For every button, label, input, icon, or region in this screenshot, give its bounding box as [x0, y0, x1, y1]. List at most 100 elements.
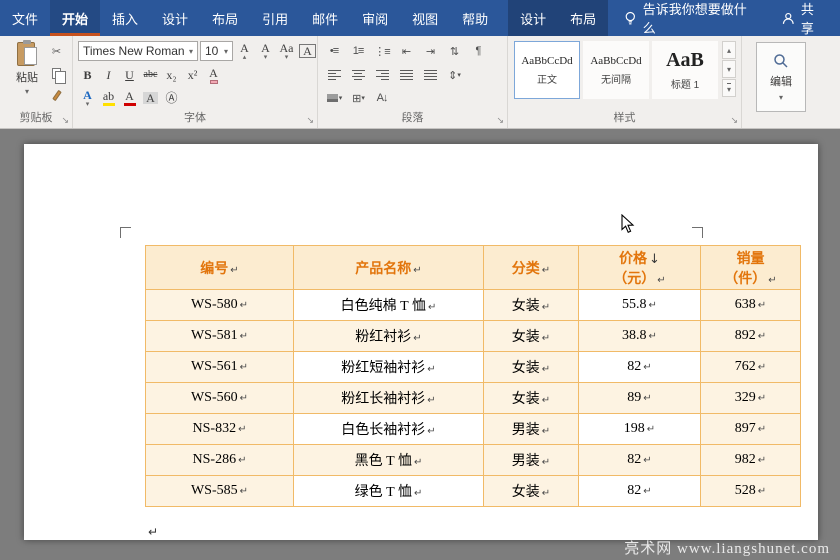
enclose-characters-button[interactable]: Ⓐ: [162, 88, 181, 108]
cell[interactable]: 897↵: [701, 414, 801, 445]
cell[interactable]: 白色纯棉 T 恤↵: [294, 290, 484, 321]
text-effects-button[interactable]: A ▾: [78, 88, 97, 108]
copy-button[interactable]: [47, 64, 66, 83]
cell[interactable]: 762↵: [701, 352, 801, 383]
line-spacing-button[interactable]: ⇕ ▾: [444, 65, 464, 85]
font-color-button[interactable]: A: [120, 88, 139, 108]
cell[interactable]: NS-286↵: [146, 445, 294, 476]
align-left-button[interactable]: [324, 65, 344, 85]
distribute-button[interactable]: [420, 65, 440, 85]
cell[interactable]: 329↵: [701, 383, 801, 414]
show-marks-button[interactable]: ¶: [468, 41, 488, 61]
cell[interactable]: 528↵: [701, 476, 801, 507]
cell[interactable]: 82↵: [579, 352, 701, 383]
tab-review[interactable]: 审阅: [350, 0, 400, 36]
cell[interactable]: NS-832↵: [146, 414, 294, 445]
cell[interactable]: 女装↵: [484, 290, 579, 321]
cell[interactable]: 粉红衬衫↵: [294, 321, 484, 352]
tab-help[interactable]: 帮助: [450, 0, 500, 36]
multilevel-list-button[interactable]: ⋮≡: [372, 41, 392, 61]
tab-table-design[interactable]: 设计: [508, 0, 558, 36]
cell[interactable]: 982↵: [701, 445, 801, 476]
gallery-more-button[interactable]: ▾: [722, 79, 736, 97]
style-normal[interactable]: AaBbCcDd 正文: [514, 41, 580, 99]
cell[interactable]: 女装↵: [484, 383, 579, 414]
strikethrough-button[interactable]: abc: [141, 65, 160, 85]
gallery-scroll-down-button[interactable]: ▾: [722, 60, 736, 78]
font-name-combo[interactable]: Times New Roman ▾: [78, 41, 198, 61]
cell[interactable]: WS-561↵: [146, 352, 294, 383]
italic-button[interactable]: I: [99, 65, 118, 85]
cell[interactable]: 女装↵: [484, 476, 579, 507]
cell[interactable]: 89↵: [579, 383, 701, 414]
character-border-button[interactable]: A: [298, 41, 317, 61]
cell[interactable]: 638↵: [701, 290, 801, 321]
cell[interactable]: 女装↵: [484, 352, 579, 383]
highlight-color-button[interactable]: ab: [99, 88, 118, 108]
styles-dialog-launcher-icon[interactable]: ↘: [730, 116, 738, 125]
cell[interactable]: 粉红长袖衬衫↵: [294, 383, 484, 414]
cell[interactable]: 55.8↵: [579, 290, 701, 321]
cell[interactable]: 892↵: [701, 321, 801, 352]
cut-button[interactable]: ✂: [47, 42, 66, 61]
bold-button[interactable]: B: [78, 65, 97, 85]
superscript-button[interactable]: x²: [183, 65, 202, 85]
paste-button[interactable]: 粘贴 ▾: [6, 40, 48, 110]
align-center-button[interactable]: [348, 65, 368, 85]
paragraph-dialog-launcher-icon[interactable]: ↘: [496, 116, 504, 125]
col-header-id[interactable]: 编号↵: [146, 246, 294, 290]
cell[interactable]: WS-580↵: [146, 290, 294, 321]
increase-indent-button[interactable]: ⇥: [420, 41, 440, 61]
col-header-price[interactable]: 价格↓ （元）↵: [579, 246, 701, 290]
cell[interactable]: 男装↵: [484, 445, 579, 476]
tab-table-layout[interactable]: 布局: [558, 0, 608, 36]
font-dialog-launcher-icon[interactable]: ↘: [306, 116, 314, 125]
character-shading-button[interactable]: A: [141, 88, 160, 108]
col-header-category[interactable]: 分类↵: [484, 246, 579, 290]
borders-button[interactable]: ⊞ ▾: [348, 88, 368, 108]
grow-font-button[interactable]: A ▴: [235, 41, 254, 61]
clear-formatting-button[interactable]: A: [204, 65, 223, 85]
tab-view[interactable]: 视图: [400, 0, 450, 36]
justify-button[interactable]: [396, 65, 416, 85]
font-size-combo[interactable]: 10 ▾: [200, 41, 233, 61]
tab-design[interactable]: 设计: [150, 0, 200, 36]
shading-button[interactable]: ▾: [324, 88, 344, 108]
cell[interactable]: 男装↵: [484, 414, 579, 445]
asian-layout-button[interactable]: ⇅: [444, 41, 464, 61]
cell[interactable]: 绿色 T 恤↵: [294, 476, 484, 507]
cell[interactable]: WS-560↵: [146, 383, 294, 414]
clipboard-dialog-launcher-icon[interactable]: ↘: [61, 116, 69, 125]
cell[interactable]: 女装↵: [484, 321, 579, 352]
cell[interactable]: WS-585↵: [146, 476, 294, 507]
bullets-button[interactable]: •≡: [324, 41, 344, 61]
style-no-spacing[interactable]: AaBbCcDd 无间隔: [583, 41, 649, 99]
col-header-product[interactable]: 产品名称↵: [294, 246, 484, 290]
align-right-button[interactable]: [372, 65, 392, 85]
tab-layout[interactable]: 布局: [200, 0, 250, 36]
editing-button[interactable]: 编辑 ▾: [756, 42, 806, 112]
tab-references[interactable]: 引用: [250, 0, 300, 36]
cell[interactable]: 38.8↵: [579, 321, 701, 352]
share-button[interactable]: 共享: [768, 0, 840, 36]
shrink-font-button[interactable]: A ▾: [256, 41, 275, 61]
cell[interactable]: 黑色 T 恤↵: [294, 445, 484, 476]
product-table[interactable]: 编号↵ 产品名称↵ 分类↵ 价格↓ （元）↵ 销量: [145, 245, 801, 507]
cell[interactable]: 白色长袖衬衫↵: [294, 414, 484, 445]
change-case-button[interactable]: Aa ▾: [277, 41, 296, 61]
cell[interactable]: 198↵: [579, 414, 701, 445]
tab-insert[interactable]: 插入: [100, 0, 150, 36]
cell[interactable]: WS-581↵: [146, 321, 294, 352]
decrease-indent-button[interactable]: ⇤: [396, 41, 416, 61]
page[interactable]: 编号↵ 产品名称↵ 分类↵ 价格↓ （元）↵ 销量: [24, 144, 818, 540]
tab-home[interactable]: 开始: [50, 0, 100, 36]
subscript-button[interactable]: x₂: [162, 65, 181, 85]
style-heading-1[interactable]: AaB 标题 1: [652, 41, 718, 99]
format-painter-button[interactable]: [47, 86, 66, 105]
gallery-scroll-up-button[interactable]: ▴: [722, 41, 736, 59]
cell[interactable]: 粉红短袖衬衫↵: [294, 352, 484, 383]
tab-file[interactable]: 文件: [0, 0, 50, 36]
tab-mailings[interactable]: 邮件: [300, 0, 350, 36]
numbering-button[interactable]: 1≡: [348, 41, 368, 61]
underline-button[interactable]: U: [120, 65, 139, 85]
